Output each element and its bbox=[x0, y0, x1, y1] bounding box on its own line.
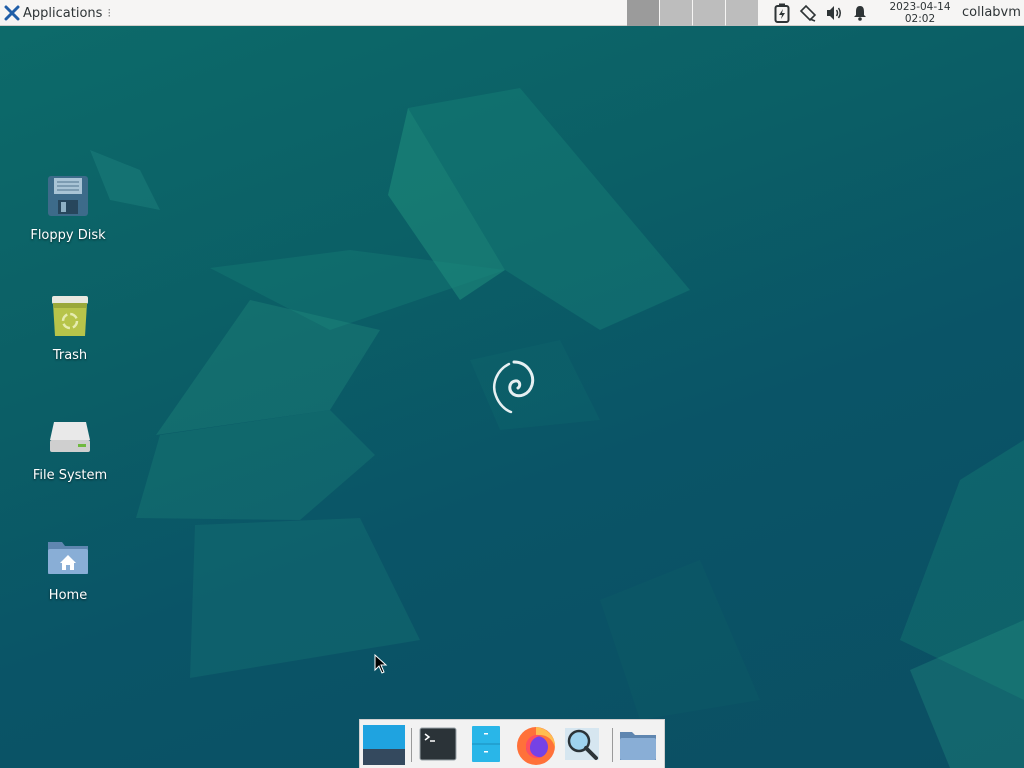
notification-bell-icon[interactable] bbox=[850, 3, 870, 23]
system-tray bbox=[772, 0, 870, 26]
desktop-icon-home[interactable]: Home bbox=[18, 534, 118, 603]
applications-menu-button[interactable]: Applications ⁝ bbox=[2, 2, 113, 24]
clock-date: 2023-04-14 bbox=[889, 1, 951, 13]
file-system-drive-icon bbox=[50, 422, 90, 452]
magnifier-search-icon bbox=[565, 728, 599, 760]
mouse-cursor-icon bbox=[374, 654, 388, 674]
desktop-icon-file-system[interactable]: File System bbox=[20, 414, 120, 483]
desktop-icon-trash[interactable]: Trash bbox=[20, 294, 120, 363]
terminal-icon bbox=[419, 727, 457, 761]
debian-swirl-logo bbox=[492, 360, 535, 414]
desktop[interactable]: Applications ⁝ 2023-04-14 02:02 collabvm… bbox=[0, 0, 1024, 768]
xfce-logo-icon bbox=[4, 5, 20, 21]
dock-file-manager-button[interactable] bbox=[466, 724, 510, 764]
workspace-4[interactable] bbox=[726, 0, 758, 26]
trash-icon bbox=[52, 296, 88, 336]
user-menu[interactable]: collabvm bbox=[962, 5, 1021, 20]
dock-separator bbox=[612, 728, 613, 762]
clock[interactable]: 2023-04-14 02:02 bbox=[884, 1, 956, 25]
network-icon[interactable] bbox=[798, 3, 818, 23]
file-manager-icon bbox=[472, 726, 500, 762]
clock-time: 02:02 bbox=[904, 13, 936, 25]
bottom-dock bbox=[359, 719, 665, 768]
dock-terminal-button[interactable] bbox=[418, 724, 462, 764]
workspace-switcher[interactable] bbox=[627, 0, 759, 26]
dock-separator bbox=[411, 728, 412, 762]
power-manager-icon[interactable] bbox=[772, 3, 792, 23]
floppy-disk-icon bbox=[48, 176, 88, 216]
dock-show-desktop-button[interactable] bbox=[362, 724, 406, 765]
desktop-icon-label: Home bbox=[48, 588, 88, 603]
applications-label: Applications bbox=[23, 5, 103, 21]
workspace-3[interactable] bbox=[693, 0, 725, 26]
volume-icon[interactable] bbox=[824, 3, 844, 23]
desktop-icon-label: File System bbox=[32, 468, 108, 483]
home-folder-icon bbox=[48, 542, 88, 574]
desktop-icon-floppy-disk[interactable]: Floppy Disk bbox=[18, 174, 118, 243]
dock-firefox-button[interactable] bbox=[514, 724, 558, 765]
panel-handle-icon: ⁝ bbox=[107, 6, 112, 20]
show-desktop-icon bbox=[363, 725, 405, 765]
workspace-2[interactable] bbox=[660, 0, 692, 26]
dock-folder-button[interactable] bbox=[618, 724, 662, 764]
workspace-1[interactable] bbox=[627, 0, 659, 26]
dock-app-finder-button[interactable] bbox=[562, 724, 606, 764]
desktop-icon-label: Floppy Disk bbox=[30, 228, 106, 243]
desktop-icon-label: Trash bbox=[52, 348, 88, 363]
firefox-icon bbox=[517, 727, 556, 765]
folder-icon bbox=[620, 732, 656, 760]
top-panel: Applications ⁝ 2023-04-14 02:02 collabvm bbox=[0, 0, 1024, 26]
